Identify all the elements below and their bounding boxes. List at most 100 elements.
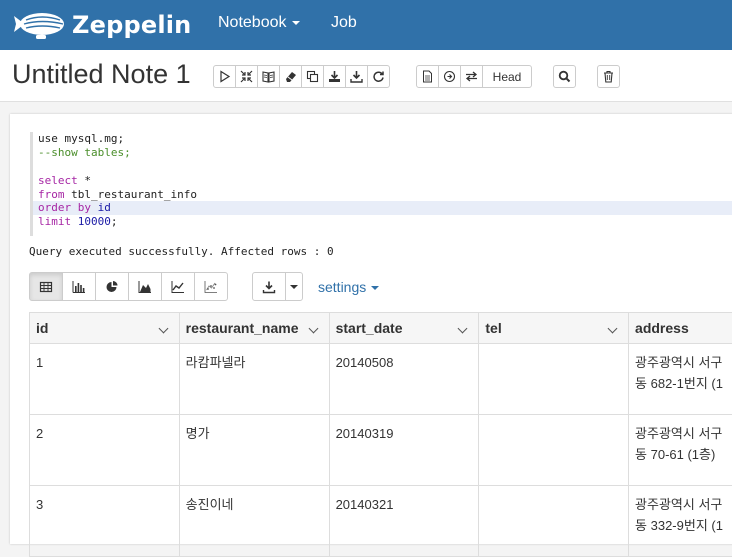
code-line: select *: [33, 174, 732, 188]
refresh-icon: [372, 70, 385, 83]
play-icon: [218, 70, 231, 83]
show-hide-code-button[interactable]: [235, 65, 258, 88]
switch-revision-button[interactable]: [460, 65, 483, 88]
download-data-button[interactable]: [252, 272, 286, 301]
copy-icon: [306, 70, 319, 83]
caret-down-icon: [292, 21, 300, 25]
area-chart-button[interactable]: [128, 272, 162, 301]
cell-start-date: 20140508: [329, 344, 479, 415]
cell-tel: [479, 486, 629, 557]
scatter-chart-icon: [204, 280, 218, 294]
table-row: 2 명가 20140319 광주광역시 서구동 70-61 (1층): [30, 415, 732, 486]
pie-chart-icon: [105, 280, 119, 294]
chevron-down-icon[interactable]: [608, 324, 618, 334]
search-icon: [558, 70, 571, 83]
zeppelin-logo-icon: [12, 8, 66, 42]
file-icon: [421, 70, 434, 83]
chevron-down-icon[interactable]: [308, 324, 318, 334]
cell-restaurant-name: 송진이네: [179, 486, 329, 557]
revision-group: Head: [416, 65, 532, 88]
note-action-group: [213, 65, 390, 88]
table-row: 1 라캄파넬라 20140508 광주광역시 서구동 682-1번지 (1: [30, 344, 732, 415]
brand[interactable]: Zeppelin: [12, 6, 191, 44]
settings-toggle[interactable]: settings: [318, 279, 379, 295]
nav-job-link[interactable]: Job: [331, 14, 357, 32]
nav-job-label: Job: [331, 14, 357, 31]
search-group: [553, 65, 576, 88]
book-icon: [262, 70, 275, 83]
eraser-icon: [284, 70, 297, 83]
nav-notebook-label: Notebook: [218, 14, 287, 31]
bar-chart-button[interactable]: [62, 272, 96, 301]
code-line: --show tables;: [33, 146, 732, 160]
paragraph: use mysql.mg; --show tables; select * fr…: [10, 114, 732, 544]
area-chart-icon: [138, 280, 152, 294]
run-all-button[interactable]: [213, 65, 236, 88]
column-header-start-date[interactable]: start_date: [329, 313, 479, 344]
bar-chart-icon: [72, 280, 86, 294]
cell-id: 2: [30, 415, 180, 486]
caret-down-icon: [290, 285, 298, 289]
clear-output-button[interactable]: [279, 65, 302, 88]
code-line: limit 10000;: [33, 215, 732, 229]
download-format-dropdown[interactable]: [285, 272, 303, 301]
search-code-button[interactable]: [553, 65, 576, 88]
table-icon: [39, 280, 53, 294]
show-hide-output-button[interactable]: [257, 65, 280, 88]
commit-button[interactable]: [416, 65, 439, 88]
navbar: Zeppelin Notebook Job: [0, 0, 732, 50]
line-chart-button[interactable]: [161, 272, 195, 301]
column-header-tel[interactable]: tel: [479, 313, 629, 344]
column-header-address[interactable]: address: [629, 313, 732, 344]
table-header-row: id restaurant_name start_date tel addres…: [30, 313, 732, 344]
caret-down-icon: [371, 286, 379, 290]
cell-id: 3: [30, 486, 180, 557]
cell-address: 광주광역시 서구동 332-9번지 (1: [629, 486, 732, 557]
visualization-toolbar: [29, 272, 228, 301]
exchange-icon: [465, 70, 478, 83]
revision-head-dropdown[interactable]: Head: [482, 65, 532, 88]
circle-arrow-icon: [443, 70, 456, 83]
column-header-restaurant-name[interactable]: restaurant_name: [179, 313, 329, 344]
reload-button[interactable]: [367, 65, 390, 88]
line-chart-icon: [171, 280, 185, 294]
chevron-down-icon[interactable]: [158, 324, 168, 334]
chevron-down-icon[interactable]: [458, 324, 468, 334]
cell-tel: [479, 344, 629, 415]
column-header-id[interactable]: id: [30, 313, 180, 344]
note-header: Untitled Note 1: [0, 50, 732, 102]
settings-label: settings: [318, 279, 366, 295]
result-table: id restaurant_name start_date tel addres…: [29, 312, 732, 557]
cell-restaurant-name: 라캄파넬라: [179, 344, 329, 415]
brand-name: Zeppelin: [72, 11, 191, 39]
version-control-button[interactable]: [345, 65, 368, 88]
collapse-icon: [240, 70, 253, 83]
code-line: from tbl_restaurant_info: [33, 188, 732, 202]
pie-chart-button[interactable]: [95, 272, 129, 301]
table-row: 3 송진이네 20140321 광주광역시 서구동 332-9번지 (1: [30, 486, 732, 557]
cell-start-date: 20140321: [329, 486, 479, 557]
table-view-button[interactable]: [29, 272, 63, 301]
delete-note-button[interactable]: [597, 65, 620, 88]
export-note-button[interactable]: [323, 65, 346, 88]
code-line: use mysql.mg;: [33, 132, 732, 146]
cell-start-date: 20140319: [329, 415, 479, 486]
nav-notebook-menu[interactable]: Notebook: [218, 14, 300, 32]
cell-restaurant-name: 명가: [179, 415, 329, 486]
cell-tel: [479, 415, 629, 486]
note-title[interactable]: Untitled Note 1: [12, 59, 191, 90]
download-tray-icon: [350, 70, 363, 83]
cell-address: 광주광역시 서구동 70-61 (1층): [629, 415, 732, 486]
trash-icon: [602, 70, 615, 83]
revision-compare-button[interactable]: [438, 65, 461, 88]
cell-address: 광주광역시 서구동 682-1번지 (1: [629, 344, 732, 415]
code-line: [33, 160, 732, 174]
clone-note-button[interactable]: [301, 65, 324, 88]
download-group: [252, 272, 303, 301]
download-icon: [262, 280, 276, 294]
cell-id: 1: [30, 344, 180, 415]
code-editor[interactable]: use mysql.mg; --show tables; select * fr…: [30, 132, 732, 236]
scatter-chart-button[interactable]: [194, 272, 228, 301]
code-line-active: order by id: [33, 201, 732, 215]
result-message: Query executed successfully. Affected ro…: [29, 245, 334, 258]
